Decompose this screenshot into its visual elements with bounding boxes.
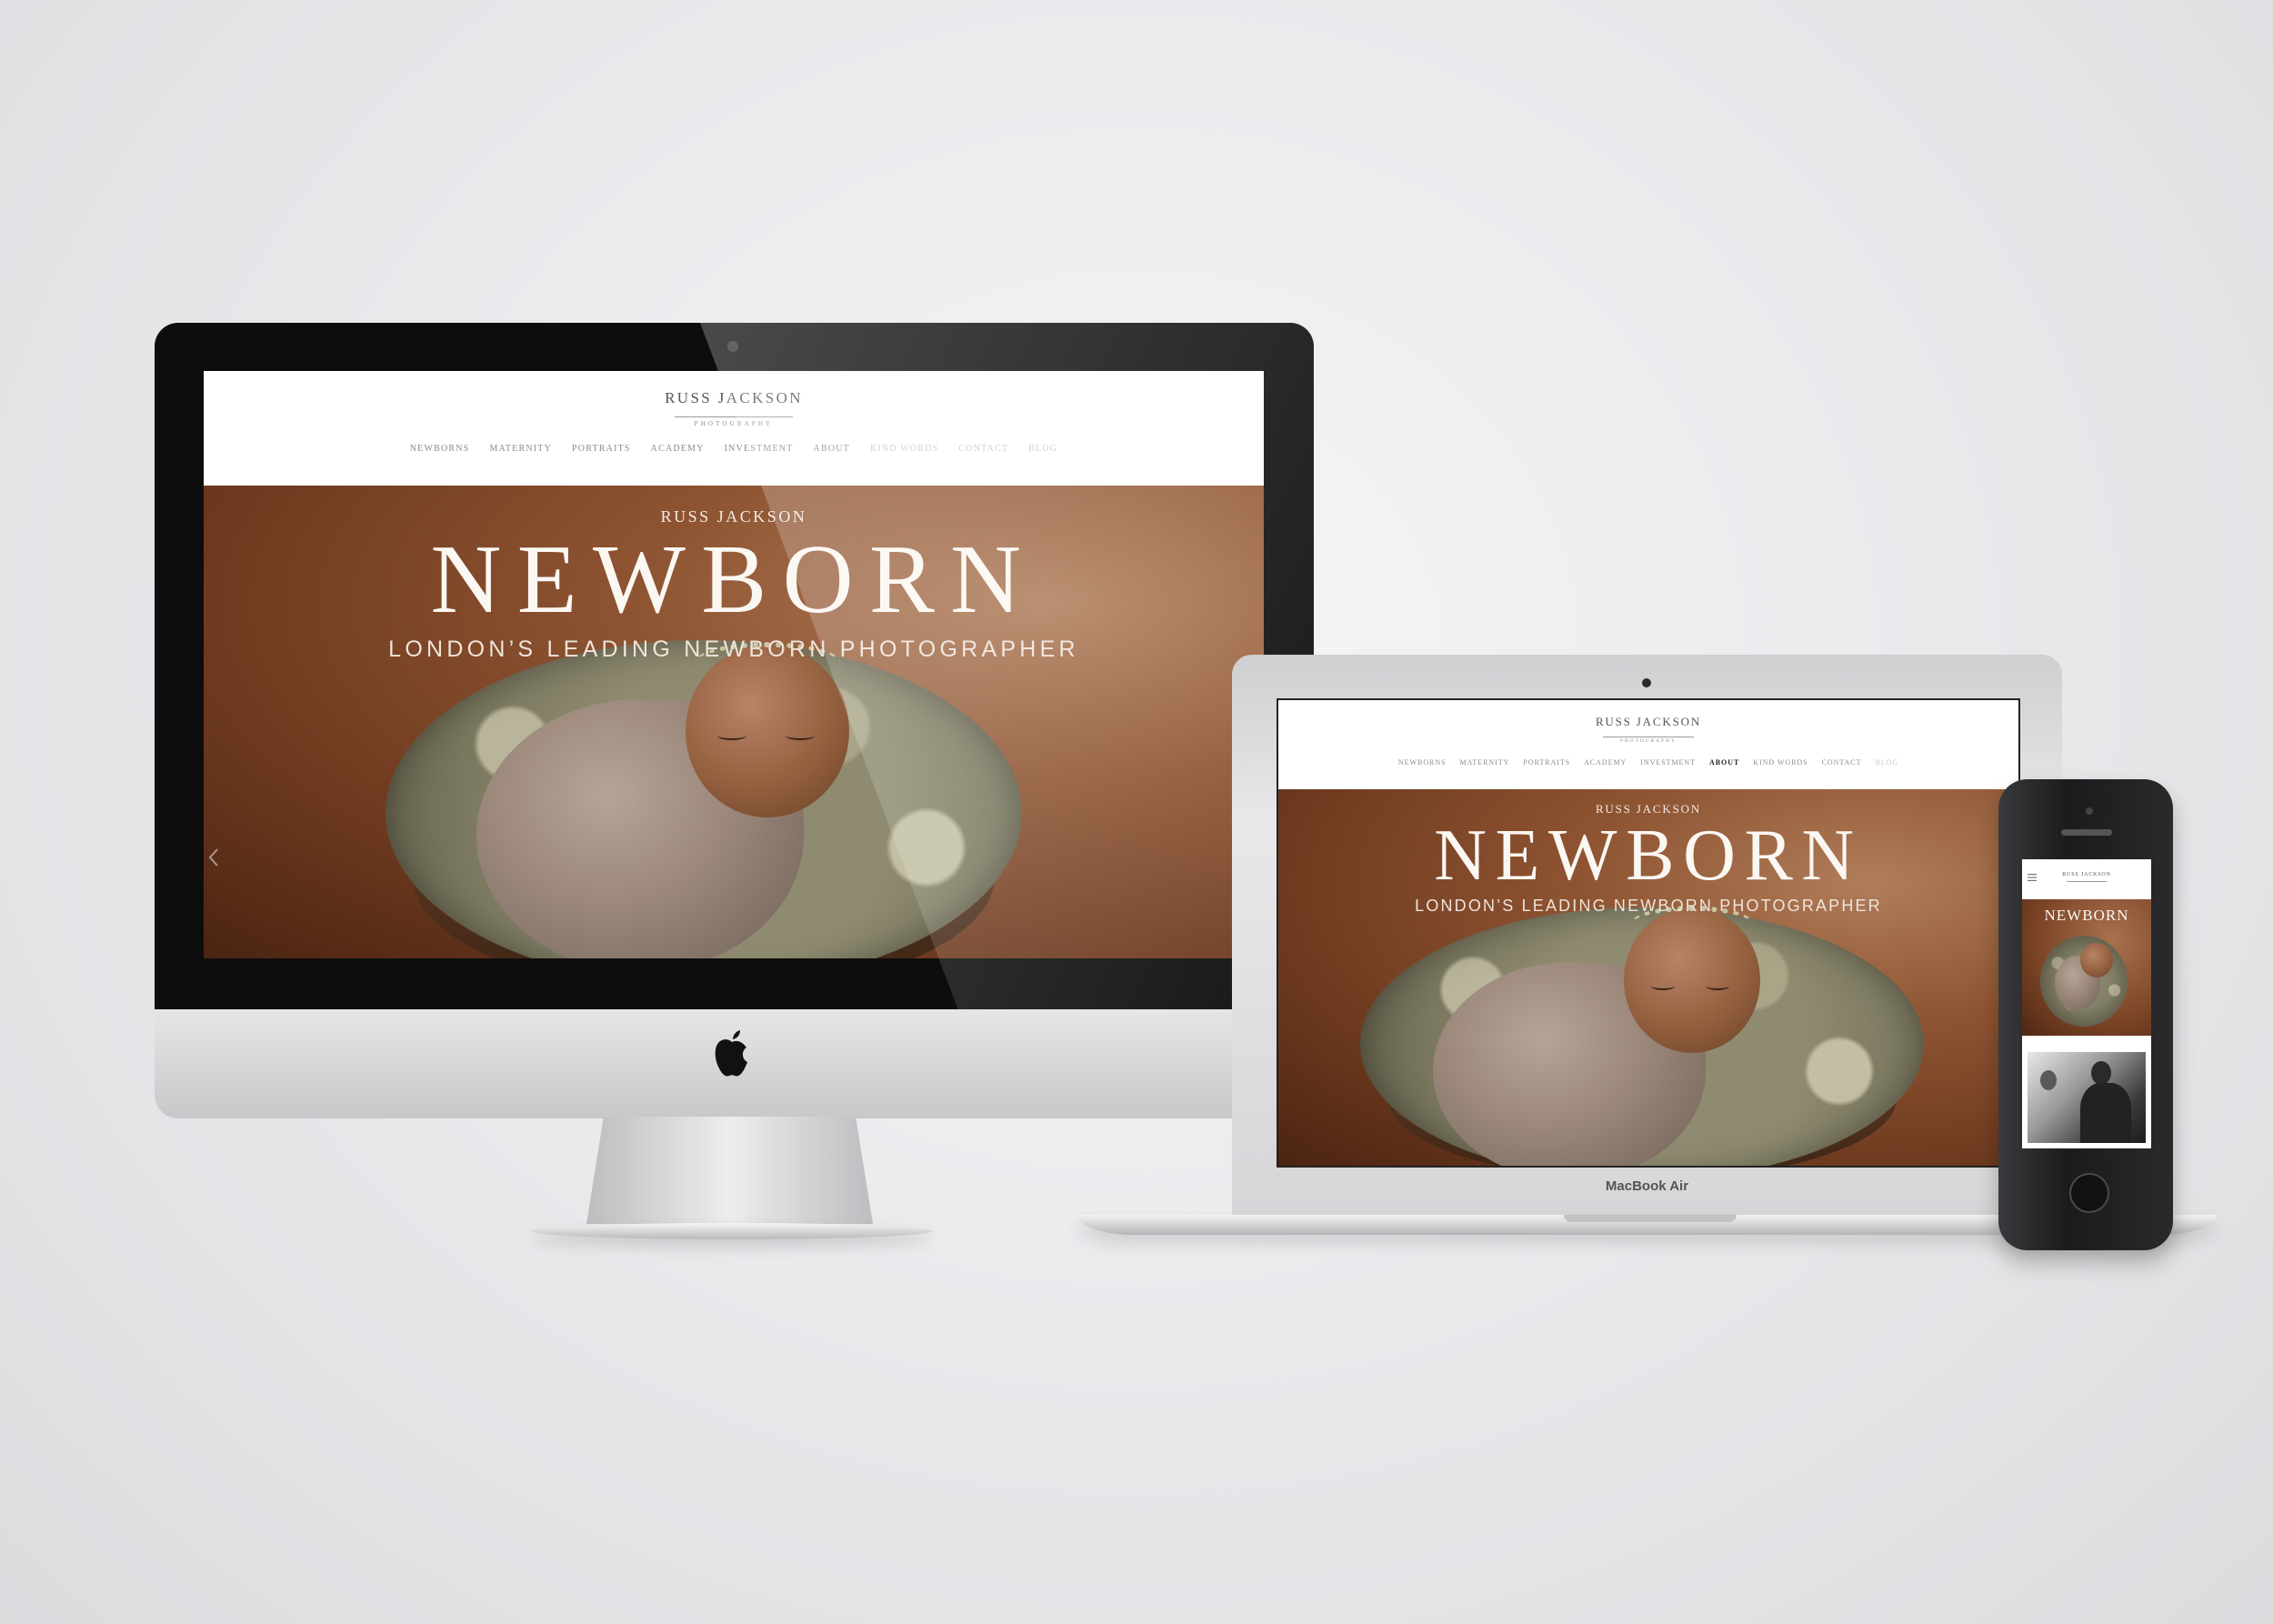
hero-title: NEWBORN bbox=[2044, 907, 2129, 924]
hero-title: NEWBORN bbox=[430, 526, 1037, 634]
iphone-home-button[interactable] bbox=[2069, 1173, 2109, 1213]
gallery-figure-head bbox=[2040, 1070, 2057, 1090]
imac-stand bbox=[586, 1117, 873, 1224]
hero-title: NEWBORN bbox=[1434, 816, 1863, 896]
hamburger-menu-icon[interactable] bbox=[2028, 874, 2037, 881]
mobile-hero-banner: NEWBORN bbox=[2022, 899, 2151, 1036]
nav-item-contact[interactable]: CONTACT bbox=[958, 444, 1008, 454]
nav-item-blog[interactable]: BLOG bbox=[1028, 444, 1057, 454]
iphone-camera bbox=[2086, 807, 2093, 815]
nav-item-blog[interactable]: BLOG bbox=[1875, 758, 1898, 767]
gallery-figure-head bbox=[2091, 1061, 2111, 1085]
macbook-notch bbox=[1564, 1215, 1737, 1222]
hero-baby-eye bbox=[1651, 982, 1675, 990]
apple-logo-icon bbox=[715, 1030, 747, 1077]
logo-subtitle: PHOTOGRAPHY bbox=[1620, 739, 1677, 744]
imac-stand-base bbox=[532, 1223, 932, 1239]
imac-screen: RUSS JACKSON PHOTOGRAPHY NEWBORNS MATERN… bbox=[204, 371, 1264, 958]
nav-item-investment[interactable]: INVESTMENT bbox=[725, 444, 794, 454]
nav-item-investment[interactable]: INVESTMENT bbox=[1640, 758, 1696, 767]
imac-camera bbox=[727, 341, 738, 352]
nav-item-kind-words[interactable]: KIND WORDS bbox=[870, 444, 938, 454]
macbook-screen: RUSS JACKSON PHOTOGRAPHY NEWBORNS MATERN… bbox=[1277, 698, 2020, 1168]
mobile-divider bbox=[2022, 1036, 2151, 1045]
nav-item-maternity[interactable]: MATERNITY bbox=[489, 444, 552, 454]
nav-item-academy[interactable]: ACADEMY bbox=[651, 444, 705, 454]
site-logo[interactable]: RUSS JACKSON bbox=[1278, 700, 2018, 729]
logo-signature bbox=[1603, 729, 1694, 737]
chevron-left-icon[interactable] bbox=[207, 847, 220, 867]
hero-baby-head bbox=[2080, 943, 2113, 977]
logo-signature bbox=[2067, 877, 2107, 882]
nav-item-contact[interactable]: CONTACT bbox=[1822, 758, 1862, 767]
logo-subtitle: PHOTOGRAPHY bbox=[694, 420, 774, 427]
hero-baby-eye bbox=[717, 731, 746, 740]
nav-item-portraits[interactable]: PORTRAITS bbox=[572, 444, 631, 454]
site-logo[interactable]: RUSS JACKSON bbox=[2022, 859, 2151, 877]
nav-item-about[interactable]: ABOUT bbox=[1709, 758, 1739, 767]
nav-item-maternity[interactable]: MATERNITY bbox=[1460, 758, 1510, 767]
site-header: RUSS JACKSON bbox=[2022, 859, 2151, 899]
site-header: RUSS JACKSON PHOTOGRAPHY NEWBORNS MATERN… bbox=[1278, 700, 2018, 789]
main-nav: NEWBORNS MATERNITY PORTRAITS ACADEMY INV… bbox=[1278, 758, 2018, 767]
hero-banner: RUSS JACKSON NEWBORN LONDON’S LEADING NE… bbox=[1278, 789, 2018, 1166]
macbook-camera bbox=[1642, 678, 1651, 687]
iphone-speaker bbox=[2061, 829, 2112, 836]
nav-item-newborns[interactable]: NEWBORNS bbox=[1398, 758, 1447, 767]
mobile-gallery-image[interactable] bbox=[2028, 1052, 2146, 1143]
hero-baby-eye bbox=[786, 731, 815, 740]
gallery-figure-body bbox=[2080, 1083, 2131, 1143]
nav-item-portraits[interactable]: PORTRAITS bbox=[1523, 758, 1570, 767]
nav-item-academy[interactable]: ACADEMY bbox=[1584, 758, 1627, 767]
site-header: RUSS JACKSON PHOTOGRAPHY NEWBORNS MATERN… bbox=[204, 371, 1264, 486]
hero-baby-eye bbox=[1706, 982, 1729, 990]
hero-subtitle: LONDON’S LEADING NEWBORN PHOTOGRAPHER bbox=[1415, 897, 1882, 915]
site-logo[interactable]: RUSS JACKSON bbox=[204, 371, 1264, 407]
logo-signature bbox=[675, 407, 793, 417]
hero-banner: RUSS JACKSON NEWBORN LONDON’S LEADING NE… bbox=[204, 486, 1264, 958]
nav-item-kind-words[interactable]: KIND WORDS bbox=[1753, 758, 1807, 767]
main-nav: NEWBORNS MATERNITY PORTRAITS ACADEMY INV… bbox=[204, 444, 1264, 454]
iphone-screen: RUSS JACKSON NEWBORN bbox=[2022, 859, 2151, 1148]
hero-subtitle: LONDON’S LEADING NEWBORN PHOTOGRAPHER bbox=[388, 637, 1079, 662]
hero-brand: RUSS JACKSON bbox=[660, 507, 807, 526]
macbook-label: MacBook Air bbox=[1605, 1178, 1689, 1194]
nav-item-about[interactable]: ABOUT bbox=[814, 444, 850, 454]
nav-item-newborns[interactable]: NEWBORNS bbox=[410, 444, 470, 454]
